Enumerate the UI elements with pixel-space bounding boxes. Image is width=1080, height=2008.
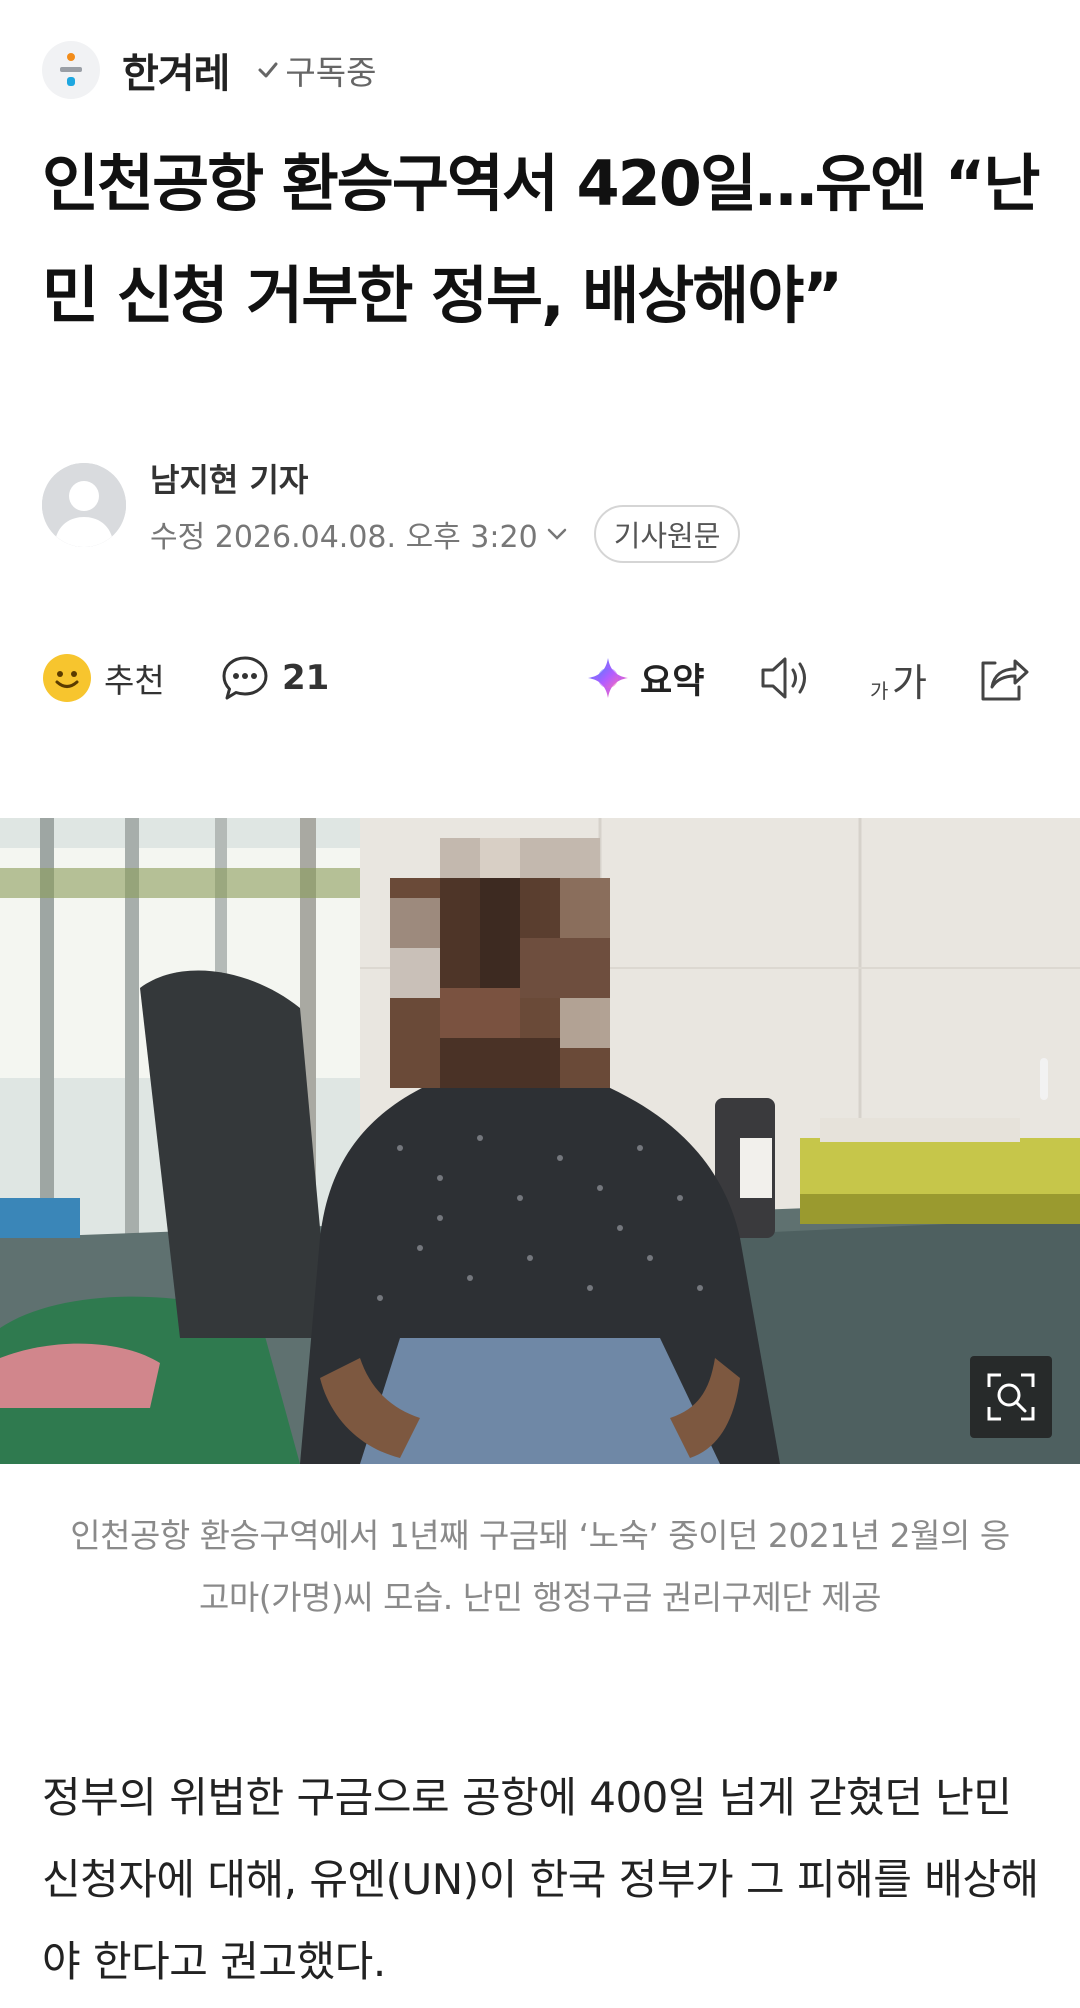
article-headline: 인천공항 환승구역서 420일…유엔 “난민 신청 거부한 정부, 배상해야” xyxy=(42,147,1040,332)
article-meta: 수정 2026.04.08. 오후 3:20 기사원문 xyxy=(150,505,741,563)
author-name[interactable]: 남지현 기자 xyxy=(150,455,308,501)
svg-text:가: 가 xyxy=(870,679,888,703)
press-header: 한겨레 구독중 xyxy=(42,40,377,100)
recommend-label: 추천 xyxy=(104,661,165,700)
summary-button[interactable]: 요약 xyxy=(584,648,704,708)
press-name[interactable]: 한겨레 xyxy=(122,41,230,99)
comment-count: 21 xyxy=(282,658,330,698)
listen-button[interactable] xyxy=(757,648,813,708)
check-icon xyxy=(258,62,278,78)
smile-icon xyxy=(43,654,91,702)
svg-text:가: 가 xyxy=(892,661,927,705)
ai-summary-icon xyxy=(588,658,628,698)
photo-caption: 인천공항 환승구역에서 1년째 구금돼 ‘노숙’ 중이던 2021년 2월의 응… xyxy=(70,1516,1010,1617)
article-photo[interactable] xyxy=(0,818,1080,1464)
scroll-indicator xyxy=(1040,1058,1048,1100)
comment-button[interactable]: 21 xyxy=(220,648,329,708)
font-size-button[interactable]: 가 가 xyxy=(868,648,938,708)
chevron-down-icon[interactable] xyxy=(544,521,570,547)
action-bar: 추천 21 요약 가 가 xyxy=(42,648,1042,708)
subscribe-status[interactable]: 구독중 xyxy=(255,46,377,94)
modified-date[interactable]: 수정 2026.04.08. 오후 3:20 xyxy=(150,512,538,556)
speaker-icon xyxy=(761,657,806,699)
share-icon xyxy=(981,659,1029,701)
hankyoreh-logo-icon[interactable] xyxy=(42,41,100,99)
recommend-button[interactable]: 추천 xyxy=(42,648,165,708)
subscribe-label: 구독중 xyxy=(285,53,377,92)
photo-image xyxy=(0,818,1080,1464)
default-avatar-icon xyxy=(42,463,126,547)
font-size-icon: 가 가 xyxy=(870,661,927,705)
summary-label: 요약 xyxy=(640,661,705,702)
zoom-icon xyxy=(987,1373,1035,1421)
share-button[interactable] xyxy=(975,648,1031,708)
avatar[interactable] xyxy=(42,463,126,547)
comment-icon xyxy=(222,656,268,700)
original-article-button[interactable]: 기사원문 xyxy=(593,505,741,563)
article-body: 정부의 위법한 구금으로 공항에 400일 넘게 갇혔던 난민 신청자에 대해,… xyxy=(42,1773,1039,1986)
photo-zoom-button[interactable] xyxy=(970,1356,1052,1438)
